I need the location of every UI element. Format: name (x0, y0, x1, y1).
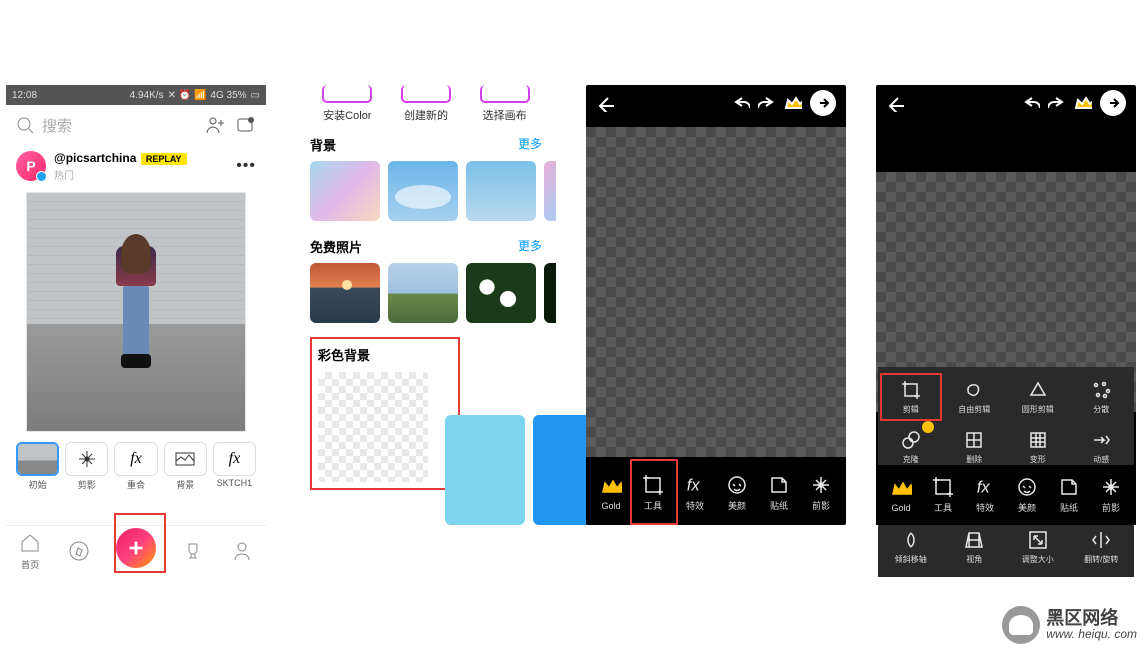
feed-subtitle: 热门 (54, 167, 187, 182)
search-icon[interactable] (16, 116, 34, 134)
more-icon[interactable]: ••• (236, 157, 256, 175)
thumb-4[interactable]: fxSKTCH1 (213, 442, 256, 491)
screen-create: 安装Color 创建新的 选择画布 背景更多 免费照片更多 彩色背景 (296, 85, 556, 545)
add-friend-icon[interactable] (204, 114, 226, 136)
avatar[interactable]: P (16, 151, 46, 181)
home-icon[interactable] (19, 531, 41, 553)
photo-tile-4[interactable] (544, 263, 556, 323)
crown-icon-2[interactable] (1074, 94, 1092, 112)
editor-toolbar: Gold 工具 fx特效 美颜 贴纸 前影 (586, 463, 846, 523)
screen-home: 12:08 4.94K/s ✕ ⏰ 📶 4G 35% ▭ 搜索 P @picsa… (6, 85, 266, 575)
starter-new[interactable]: 创建新的 (395, 85, 458, 123)
bar-shadow[interactable]: 前影 (801, 474, 841, 512)
status-bar: 12:08 4.94K/s ✕ ⏰ 📶 4G 35% ▭ (6, 85, 266, 105)
bar2-fx[interactable]: fx特效 (965, 476, 1005, 514)
redo-icon[interactable] (758, 94, 776, 112)
tool-flip[interactable]: 翻转/旋转 (1071, 523, 1133, 571)
bg-tile-4[interactable] (544, 161, 556, 221)
screen-editor-1: Gold 工具 fx特效 美颜 贴纸 前影 (586, 85, 846, 525)
bar2-shadow[interactable]: 前影 (1091, 476, 1131, 514)
bar-fx[interactable]: fx特效 (675, 474, 715, 512)
bar2-sticker[interactable]: 贴纸 (1049, 476, 1089, 514)
highlight-tools (630, 459, 678, 525)
feed-header: P @picsartchina REPLAY 热门 ••• (6, 145, 266, 186)
tool-shape-crop[interactable]: 圆形剪辑 (1007, 373, 1069, 421)
bar-beauty[interactable]: 美颜 (717, 474, 757, 512)
color-tile-1[interactable] (445, 415, 525, 525)
more-link[interactable]: 更多 (518, 135, 542, 152)
tool-warp[interactable]: 变形 (1007, 423, 1069, 471)
editor-toolbar-2: Gold 工具 fx特效 美颜 贴纸 前影 (876, 465, 1136, 525)
svg-text:fx: fx (687, 477, 701, 495)
photo-tile-1[interactable] (310, 263, 380, 323)
crown-icon[interactable] (784, 94, 802, 112)
next-button-2[interactable] (1100, 90, 1126, 116)
watermark: 黑区网络 www. heiqu. com (1002, 606, 1137, 644)
tool-tilt[interactable]: 倾斜移轴 (880, 523, 942, 571)
starter-canvas[interactable]: 选择画布 (473, 85, 536, 123)
svg-text:fx: fx (977, 479, 991, 497)
trophy-icon[interactable] (182, 540, 204, 562)
thumb-3[interactable]: 背景 (164, 442, 207, 491)
bg-tile-1[interactable] (310, 161, 380, 221)
bg-tile-3[interactable] (466, 161, 536, 221)
tool-resize[interactable]: 调整大小 (1007, 523, 1069, 571)
bg-tile-2[interactable] (388, 161, 458, 221)
bar2-beauty[interactable]: 美颜 (1007, 476, 1047, 514)
more-link-2[interactable]: 更多 (518, 237, 542, 254)
profile-icon[interactable] (231, 540, 253, 562)
back-icon[interactable] (596, 94, 614, 112)
tool-remove[interactable]: 删除 (944, 423, 1006, 471)
search-input[interactable]: 搜索 (42, 115, 196, 136)
watermark-logo (1002, 606, 1040, 644)
transparent-tile[interactable] (318, 372, 428, 482)
section-color: 彩色背景 (318, 345, 452, 364)
effect-thumbnails: 初始 剪影 fx重合 背景 fxSKTCH1 (6, 438, 266, 495)
bar-sticker[interactable]: 贴纸 (759, 474, 799, 512)
editor-canvas[interactable] (586, 127, 846, 457)
tool-free-crop[interactable]: 自由剪辑 (944, 373, 1006, 421)
next-button[interactable] (810, 90, 836, 116)
bar-gold[interactable]: Gold (591, 476, 631, 511)
highlight-fab (114, 513, 166, 573)
search-bar: 搜索 (6, 105, 266, 145)
status-signal: 4G 35% (210, 90, 246, 101)
tool-disperse[interactable]: 分散 (1071, 373, 1133, 421)
tool-motion[interactable]: 动感 (1071, 423, 1133, 471)
status-speed: 4.94K/s (130, 90, 164, 101)
redo-icon-2[interactable] (1048, 94, 1066, 112)
undo-icon-2[interactable] (1022, 94, 1040, 112)
thumb-2[interactable]: fx重合 (114, 442, 157, 491)
tool-perspective[interactable]: 视角 (944, 523, 1006, 571)
screen-editor-2: 剪辑 自由剪辑 圆形剪辑 分散 克隆 删除 变形 动感 选择 RGB通道 调节 … (876, 85, 1136, 525)
bar2-gold[interactable]: Gold (881, 478, 921, 513)
status-time: 12:08 (12, 90, 37, 101)
replay-badge: REPLAY (141, 153, 187, 165)
bar2-tools[interactable]: 工具 (923, 476, 963, 514)
thumb-original[interactable]: 初始 (16, 442, 59, 491)
tool-clone[interactable]: 克隆 (880, 423, 942, 471)
photo-tile-3[interactable] (466, 263, 536, 323)
starter-color[interactable]: 安装Color (316, 85, 379, 123)
tool-crop[interactable]: 剪辑 (880, 373, 942, 421)
watermark-title: 黑区网络 (1046, 609, 1137, 629)
username[interactable]: @picsartchina (54, 151, 136, 165)
section-free: 免费照片 (310, 240, 362, 255)
thumb-1[interactable]: 剪影 (65, 442, 108, 491)
section-background: 背景 (310, 138, 336, 153)
feed-photo[interactable] (26, 192, 246, 432)
undo-icon[interactable] (732, 94, 750, 112)
back-icon-2[interactable] (886, 94, 904, 112)
notification-icon[interactable] (234, 114, 256, 136)
compass-icon[interactable] (68, 540, 90, 562)
photo-tile-2[interactable] (388, 263, 458, 323)
watermark-url: www. heiqu. com (1046, 628, 1137, 641)
